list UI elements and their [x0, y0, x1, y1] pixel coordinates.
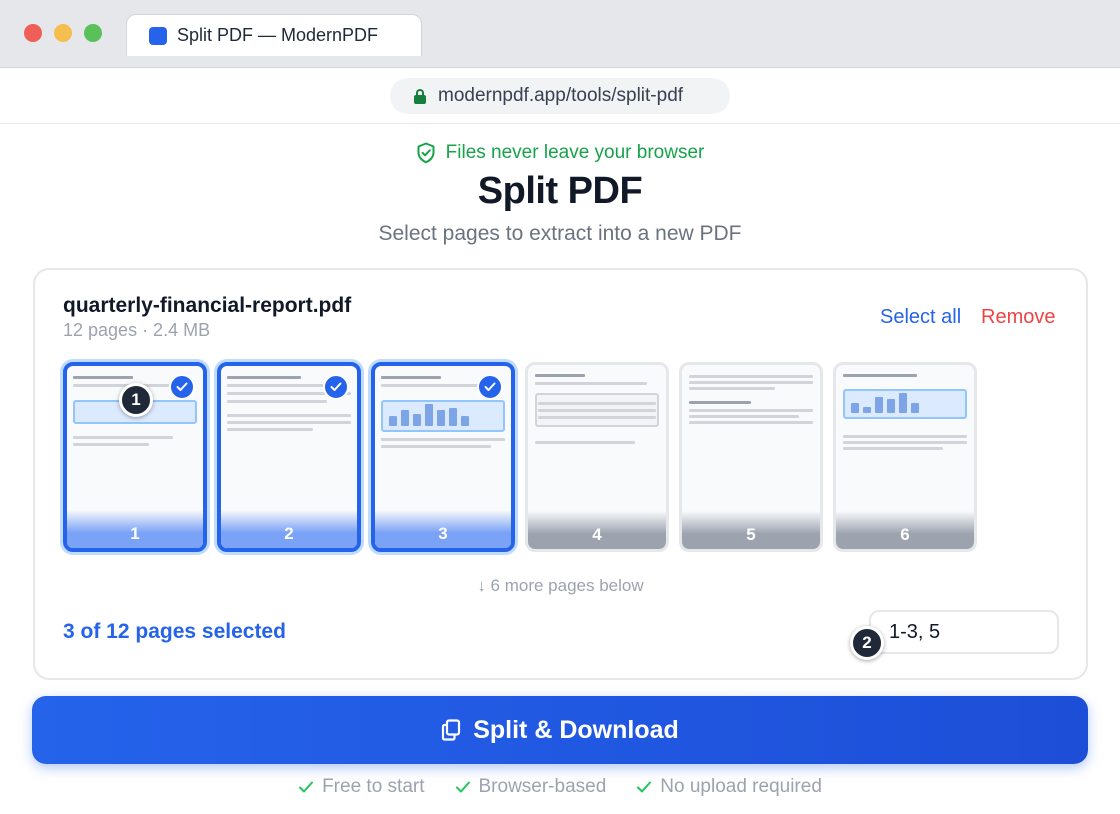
privacy-note-text: Files never leave your browser — [445, 142, 705, 163]
selected-pages-count: 3 of 12 pages selected — [63, 620, 286, 643]
page-thumbnail-3[interactable]: 3 — [371, 362, 515, 552]
step-badge-2: 2 — [850, 626, 884, 660]
title-bar: Split PDF — ModernPDF — [0, 0, 1120, 68]
page-number: 3 — [375, 510, 511, 548]
check-icon — [299, 781, 314, 793]
browser-tab[interactable]: Split PDF — ModernPDF — [126, 14, 422, 56]
more-pages-hint: ↓ 6 more pages below — [477, 576, 644, 595]
page-number: 1 — [67, 510, 203, 548]
page-number: 2 — [221, 510, 357, 548]
check-icon — [637, 781, 652, 793]
feature-item: Browser-based — [455, 776, 607, 798]
page-range-input[interactable] — [869, 610, 1059, 654]
step-badge-1: 1 — [119, 383, 153, 417]
page-thumbnail-5[interactable]: 5 — [679, 362, 823, 552]
feature-item: Free to start — [298, 776, 425, 798]
split-download-button[interactable]: Split & Download — [32, 696, 1088, 764]
feature-label: No upload required — [660, 776, 822, 797]
page-number: 5 — [682, 511, 820, 549]
url-text: modernpdf.app/tools/split-pdf — [438, 85, 684, 106]
copy-pages-icon — [442, 719, 461, 741]
favicon-icon — [149, 26, 167, 45]
selected-check-icon — [323, 374, 349, 400]
page-number: 6 — [836, 511, 974, 549]
tab-title: Split PDF — ModernPDF — [177, 25, 379, 45]
privacy-note: Files never leave your browser — [0, 142, 1120, 164]
page-subtitle: Select pages to extract into a new PDF — [378, 222, 742, 245]
page-thumbnail-4[interactable]: 4 — [525, 362, 669, 552]
feature-label: Free to start — [322, 776, 425, 797]
page-number: 4 — [528, 511, 666, 549]
split-download-label: Split & Download — [473, 715, 679, 744]
minimize-window-button[interactable] — [54, 24, 72, 42]
lock-icon — [414, 88, 426, 104]
shield-check-icon — [417, 142, 435, 164]
feature-list: Free to start Browser-based No upload re… — [0, 776, 1120, 798]
close-window-button[interactable] — [24, 24, 42, 42]
feature-label: Browser-based — [478, 776, 607, 797]
remove-file-link[interactable]: Remove — [981, 306, 1055, 329]
selected-check-icon — [169, 374, 195, 400]
maximize-window-button[interactable] — [84, 24, 102, 42]
file-card: quarterly-financial-report.pdf 12 pages … — [33, 268, 1088, 680]
page-thumbnails: 1 2 3 4 5 6 — [61, 362, 1021, 552]
page-thumbnail-6[interactable]: 6 — [833, 362, 977, 552]
page-title: Split PDF — [477, 170, 643, 212]
file-name: quarterly-financial-report.pdf — [63, 294, 352, 317]
url-field[interactable]: modernpdf.app/tools/split-pdf — [390, 78, 730, 114]
browser-window: Split PDF — ModernPDF modernpdf.app/tool… — [0, 0, 1120, 814]
check-icon — [455, 781, 470, 793]
address-bar: modernpdf.app/tools/split-pdf — [0, 68, 1120, 124]
select-all-link[interactable]: Select all — [880, 306, 961, 329]
selected-check-icon — [477, 374, 503, 400]
file-meta: 12 pages · 2.4 MB — [63, 320, 211, 340]
feature-item: No upload required — [636, 776, 822, 798]
page-thumbnail-2[interactable]: 2 — [217, 362, 361, 552]
